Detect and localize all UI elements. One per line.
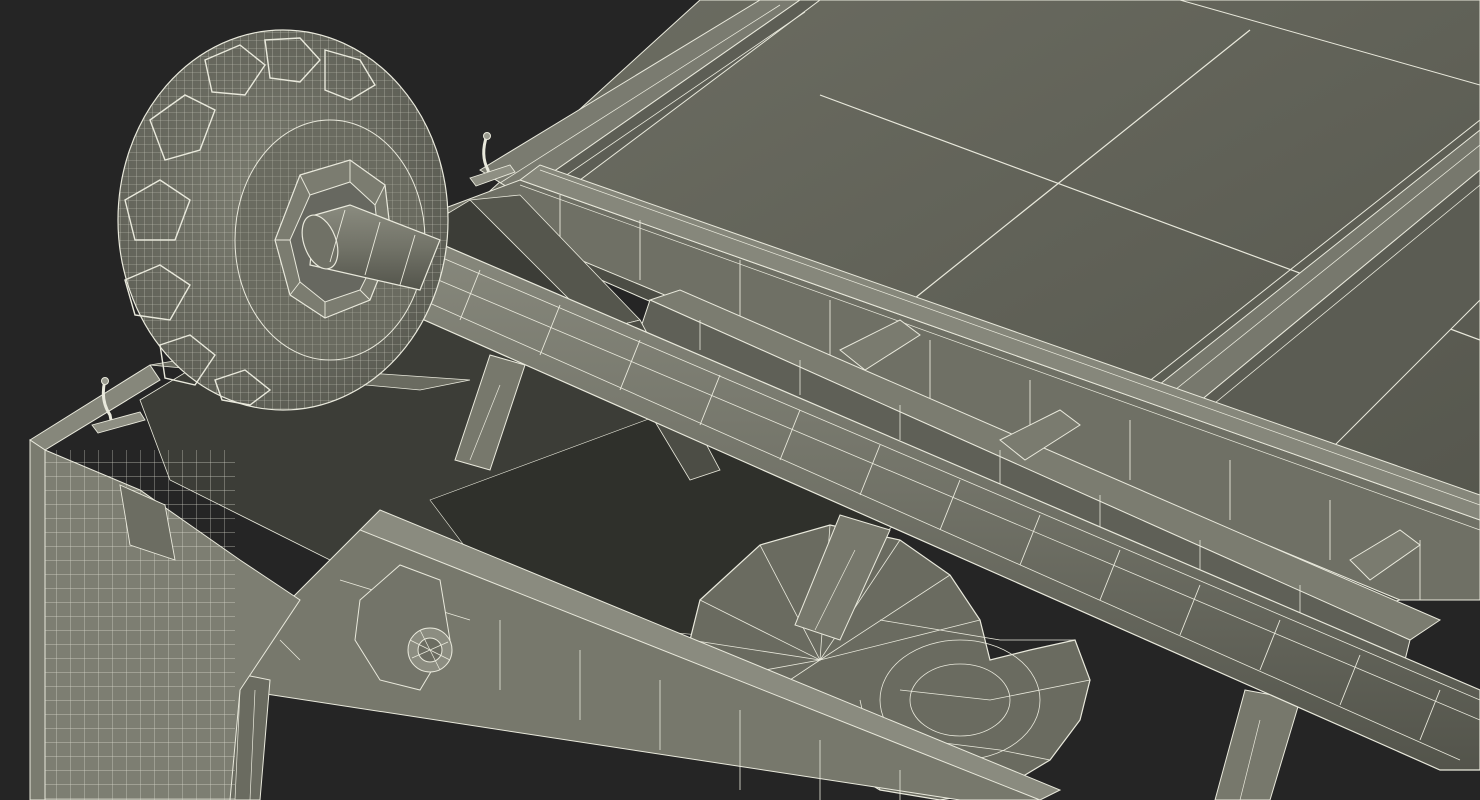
wheel — [117, 29, 449, 411]
wireframe-render — [0, 0, 1480, 800]
